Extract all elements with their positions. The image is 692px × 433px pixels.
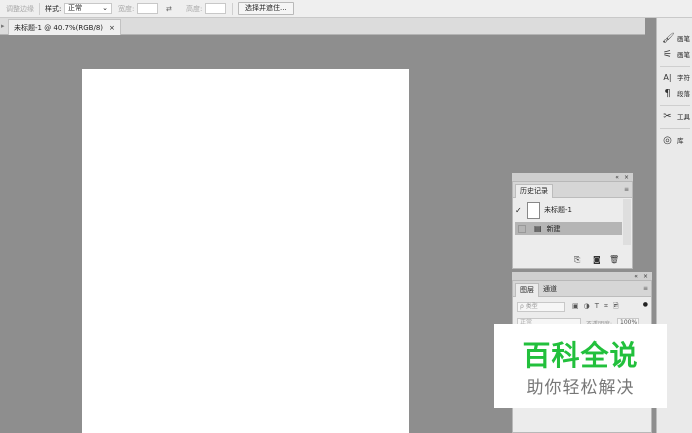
close-icon[interactable]: ×: [643, 273, 648, 280]
dock-item-label: 画笔: [677, 51, 690, 59]
refine-edge-label: 调整边缘: [6, 5, 34, 13]
brush-settings-icon: ⚟: [663, 48, 672, 60]
dock-item-label: 库: [677, 137, 684, 145]
history-panel: 历史记录 ≡ ✓ 未标题-1 ▤ 新建 ⎘ ◙ 🗑: [512, 181, 633, 269]
width-input[interactable]: [137, 3, 158, 14]
dock-item-label: 工具: [677, 113, 690, 121]
dock-item-label: 画笔: [677, 35, 690, 43]
style-dropdown-value: 正常: [68, 4, 82, 12]
dock-item-label: 字符: [677, 74, 690, 82]
watermark-logo: 百科全说 助你轻松解决: [494, 324, 667, 408]
width-label: 宽度:: [118, 5, 135, 13]
history-step-label: 新建: [546, 224, 561, 233]
chevron-down-icon: ⌄: [102, 4, 108, 12]
trash-icon[interactable]: 🗑: [609, 255, 619, 264]
shape-filter-icon[interactable]: ⌗: [604, 302, 608, 313]
document-canvas[interactable]: [82, 69, 409, 433]
history-source-checkbox[interactable]: [518, 224, 526, 233]
libraries-icon: ◎: [663, 134, 672, 146]
layers-panel-titlebar[interactable]: « ×: [512, 272, 652, 280]
divider: [232, 3, 233, 15]
document-tab[interactable]: 未标题-1 @ 40.7%(RGB/8) ×: [8, 19, 121, 35]
smart-object-filter-icon[interactable]: 🖻: [613, 302, 619, 313]
dock-item-brush-settings[interactable]: ⚟ 画笔: [662, 47, 690, 61]
adjustment-filter-icon[interactable]: ◑: [584, 302, 590, 313]
character-icon: A|: [663, 72, 672, 82]
tab-history[interactable]: 历史记录: [515, 184, 553, 198]
new-document-icon: ▤: [534, 224, 542, 233]
layer-filter-dropdown[interactable]: ρ 类型: [517, 302, 565, 312]
options-bar: 调整边缘 样式: 正常 ⌄ 宽度: ⇄ 高度: 选择并遮住...: [0, 0, 692, 18]
style-label: 样式:: [45, 5, 62, 13]
dock-item-brush[interactable]: 🖌 画笔: [662, 31, 690, 45]
dock-item-tool-presets[interactable]: ✂ 工具: [662, 109, 690, 123]
paragraph-icon: ¶: [664, 87, 671, 99]
brush-icon: 🖌: [662, 32, 675, 44]
filter-toggle-icon[interactable]: ●: [643, 301, 648, 308]
dock-item-character[interactable]: A| 字符: [662, 70, 690, 84]
dock-item-paragraph[interactable]: ¶ 段落: [662, 86, 690, 100]
history-step[interactable]: ▤ 新建: [515, 222, 622, 235]
dock-divider: [660, 105, 690, 106]
document-tab-title: 未标题-1 @ 40.7%(RGB/8): [14, 23, 104, 32]
history-brush-icon[interactable]: ✓: [515, 206, 526, 215]
history-scrollbar[interactable]: [623, 199, 631, 245]
type-filter-icon[interactable]: T: [595, 302, 599, 313]
history-snapshot[interactable]: ✓ 未标题-1: [515, 201, 622, 219]
dock-divider: [660, 66, 690, 67]
document-tab-bar: ▸ 未标题-1 @ 40.7%(RGB/8) ×: [0, 18, 655, 35]
watermark-title: 百科全说: [522, 339, 639, 372]
close-icon[interactable]: ×: [624, 174, 629, 181]
dock-item-label: 段落: [677, 90, 690, 98]
snapshot-name: 未标题-1: [544, 206, 572, 214]
close-icon[interactable]: ×: [109, 24, 115, 32]
collapse-icon[interactable]: «: [615, 174, 619, 181]
panel-menu-icon[interactable]: ≡: [643, 285, 648, 292]
layers-panel-tabs: 图层 通道 ≡: [513, 281, 651, 297]
panel-menu-icon[interactable]: ≡: [624, 186, 629, 193]
collapse-icon[interactable]: «: [634, 273, 638, 280]
panel-edge-marker: ▸: [1, 22, 5, 30]
swap-arrows-icon[interactable]: ⇄: [166, 4, 172, 14]
dock-item-libraries[interactable]: ◎ 库: [662, 133, 684, 147]
history-panel-titlebar[interactable]: « ×: [512, 173, 633, 181]
select-and-mask-button[interactable]: 选择并遮住...: [238, 2, 294, 15]
height-label: 高度:: [186, 5, 203, 13]
history-panel-tabs: 历史记录 ≡: [513, 182, 632, 198]
camera-icon[interactable]: ◙: [593, 255, 601, 264]
watermark-subtitle: 助你轻松解决: [526, 378, 635, 398]
new-document-from-state-icon[interactable]: ⎘: [574, 255, 580, 265]
dock-divider: [660, 128, 690, 129]
snapshot-thumbnail: [527, 201, 540, 219]
tab-layers[interactable]: 图层: [515, 283, 539, 297]
layer-filter-label: ρ 类型: [520, 303, 538, 310]
tab-channels[interactable]: 通道: [539, 283, 561, 297]
tool-presets-icon: ✂: [663, 110, 672, 122]
height-input[interactable]: [205, 3, 226, 14]
layer-filter-icons: ▣ ◑ T ⌗ 🖻: [572, 302, 619, 313]
pixel-filter-icon[interactable]: ▣: [572, 302, 579, 313]
style-dropdown[interactable]: 正常 ⌄: [64, 3, 112, 14]
divider: [39, 3, 40, 15]
